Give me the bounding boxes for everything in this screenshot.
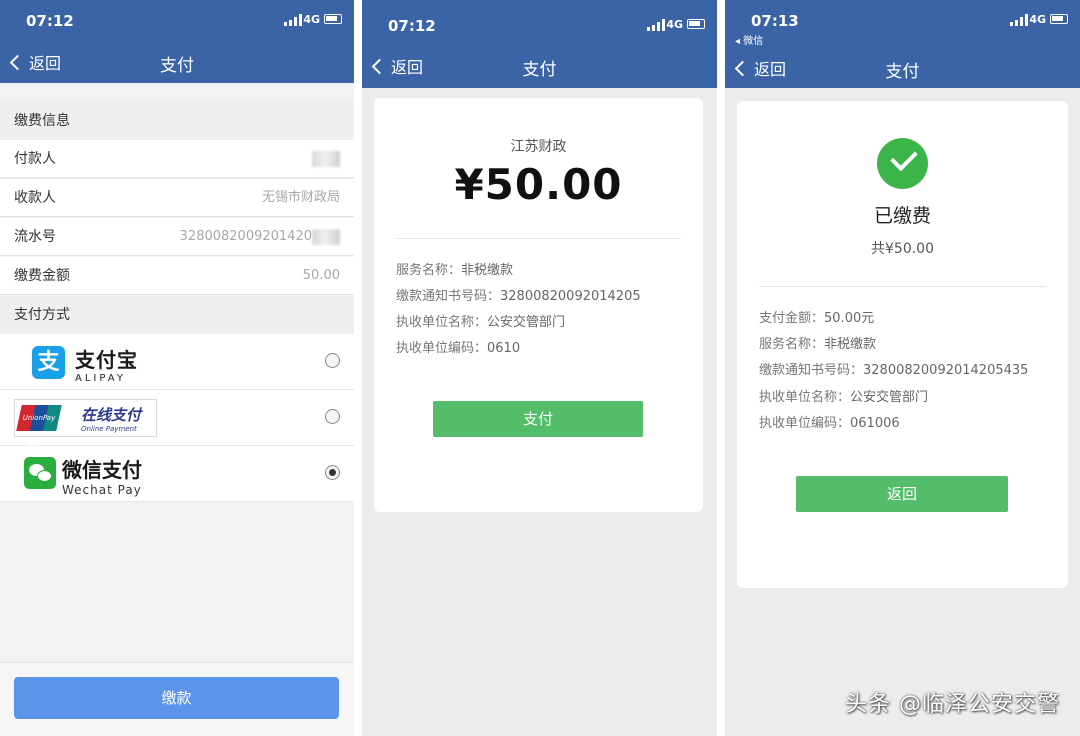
method-unionpay[interactable]: UnionPay 银联 在线支付 Online Payment bbox=[0, 390, 354, 448]
row-payer: 付款人 bbox=[0, 140, 354, 178]
detail-row: 执收单位编码：061006 bbox=[759, 416, 900, 431]
radio-wechat[interactable] bbox=[325, 465, 340, 480]
signal-icon bbox=[284, 14, 302, 26]
section-header-info: 缴费信息 bbox=[0, 102, 354, 140]
status-time: 07:13 bbox=[751, 12, 799, 30]
battery-icon bbox=[324, 14, 342, 24]
pay-button[interactable]: 支付 bbox=[433, 401, 643, 437]
row-value: 3280082009201420 bbox=[180, 218, 340, 256]
payment-success-screen: 07:13 ◂ 微信 4G 返回 支付 已缴费 共¥50.00 支付金额：50.… bbox=[725, 0, 1080, 736]
row-serial: 流水号 3280082009201420 bbox=[0, 218, 354, 256]
payment-method-screen: 07:12 4G 返回 支付 缴费信息 付款人 收款人 无锡市财政局 流水号 3… bbox=[0, 0, 354, 736]
section-header-method: 支付方式 bbox=[0, 296, 354, 334]
divider bbox=[396, 238, 681, 239]
detail-row: 缴款通知书号码：3280082009201420​5 bbox=[396, 289, 641, 304]
payment-total: 共¥50.00 bbox=[871, 241, 934, 257]
row-label: 流水号 bbox=[14, 229, 56, 245]
payment-status: 已缴费 bbox=[873, 205, 931, 227]
detail-row: 执收单位名称：公安交管部门 bbox=[759, 390, 929, 405]
radio-alipay[interactable] bbox=[325, 353, 340, 368]
wechat-logo-text: 微信支付 Wechat Pay bbox=[62, 458, 142, 497]
nav-header: 07:13 ◂ 微信 4G 返回 支付 bbox=[725, 0, 1080, 88]
signal-icon bbox=[1010, 14, 1028, 26]
page: 07:12 4G 返回 支付 缴费信息 付款人 收款人 无锡市财政局 流水号 3… bbox=[0, 0, 1080, 736]
submit-payment-button[interactable]: 缴款 bbox=[14, 677, 339, 719]
source-app-link[interactable]: ◂ 微信 bbox=[735, 32, 763, 47]
payment-confirm-screen: 07:12 4G 返回 支付 江苏财政 ¥50.00 服务名称：非税缴款 缴款通… bbox=[362, 0, 717, 736]
return-button[interactable]: 返回 bbox=[796, 476, 1008, 512]
nav-header: 07:12 4G 返回 支付 bbox=[362, 0, 717, 88]
radio-unionpay[interactable] bbox=[325, 409, 340, 424]
payment-amount: ¥50.00 bbox=[454, 160, 623, 209]
network-label: 4G bbox=[1029, 13, 1046, 26]
network-label: 4G bbox=[666, 18, 683, 31]
network-label: 4G bbox=[303, 13, 320, 26]
page-title: 支付 bbox=[885, 62, 920, 82]
row-label: 收款人 bbox=[14, 190, 56, 206]
unionpay-logo: UnionPay 银联 在线支付 Online Payment bbox=[14, 399, 157, 448]
bottom-bar: 缴款 bbox=[0, 662, 354, 736]
page-title: 支付 bbox=[160, 56, 194, 76]
signal-icon bbox=[647, 19, 665, 31]
row-value: 50.00 bbox=[302, 268, 340, 283]
battery-icon bbox=[687, 19, 705, 29]
detail-row: 支付金额：50.00元 bbox=[759, 311, 875, 326]
detail-row: 服务名称：非税缴款 bbox=[396, 263, 514, 278]
alipay-icon: 支 bbox=[32, 346, 65, 379]
alipay-logo-text: 支付宝 ALIPAY bbox=[75, 348, 138, 384]
divider bbox=[759, 286, 1046, 287]
detail-row: 执收单位名称：公安交管部门 bbox=[396, 315, 566, 330]
row-label: 缴费金额 bbox=[14, 268, 70, 284]
payer-value-redacted bbox=[312, 140, 340, 178]
status-time: 07:12 bbox=[26, 12, 74, 30]
status-time: 07:12 bbox=[388, 17, 436, 35]
wechat-icon bbox=[24, 457, 56, 489]
nav-header: 07:12 4G 返回 支付 bbox=[0, 0, 354, 83]
battery-icon bbox=[1050, 14, 1068, 24]
check-circle-icon bbox=[877, 138, 928, 189]
detail-row: 缴款通知书号码：32800820092014205435 bbox=[759, 363, 1029, 378]
row-payee: 收款人 无锡市财政局 bbox=[0, 179, 354, 217]
page-title: 支付 bbox=[522, 60, 557, 80]
merchant-name: 江苏财政 bbox=[510, 139, 567, 155]
method-wechat[interactable]: 微信支付 Wechat Pay bbox=[0, 446, 354, 502]
watermark: 头条 @临泽公安交警 bbox=[845, 692, 1060, 717]
detail-row: 服务名称：非税缴款 bbox=[759, 337, 877, 352]
row-amount: 缴费金额 50.00 bbox=[0, 257, 354, 295]
row-value: 无锡市财政局 bbox=[261, 190, 340, 205]
method-alipay[interactable]: 支 支付宝 ALIPAY bbox=[0, 334, 354, 390]
row-label: 付款人 bbox=[14, 151, 56, 167]
unionpay-icon: UnionPay 银联 bbox=[16, 405, 62, 448]
detail-row: 执收单位编码：0610 bbox=[396, 341, 521, 356]
payment-card: 江苏财政 ¥50.00 服务名称：非税缴款 缴款通知书号码：3280082009… bbox=[374, 98, 703, 512]
result-card: 已缴费 共¥50.00 支付金额：50.00元 服务名称：非税缴款 缴款通知书号… bbox=[737, 101, 1068, 588]
